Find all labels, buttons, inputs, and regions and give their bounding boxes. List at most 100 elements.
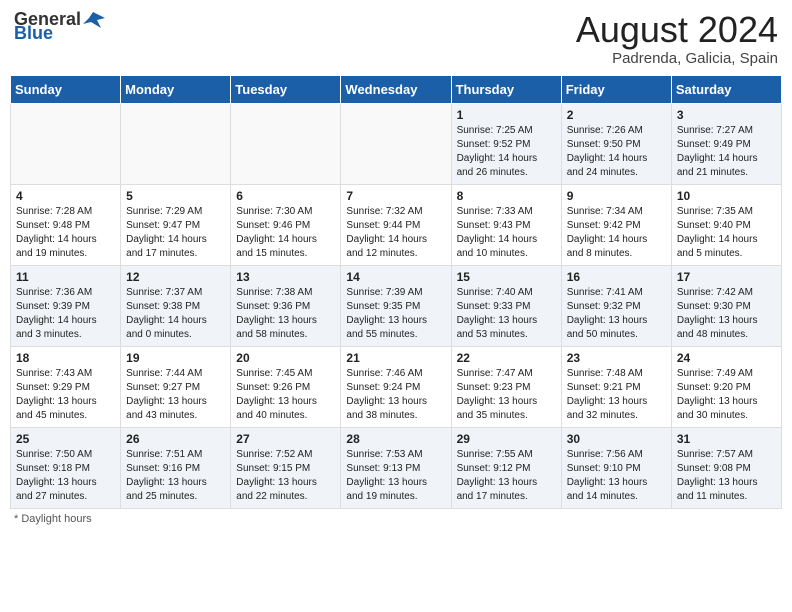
day-info: Sunrise: 7:32 AMSunset: 9:44 PMDaylight:… bbox=[346, 205, 445, 261]
day-number: 23 bbox=[567, 351, 666, 365]
day-info: Sunrise: 7:45 AMSunset: 9:26 PMDaylight:… bbox=[236, 367, 335, 423]
calendar-week-row: 25 Sunrise: 7:50 AMSunset: 9:18 PMDayligh… bbox=[11, 427, 782, 508]
day-number: 27 bbox=[236, 432, 335, 446]
day-info: Sunrise: 7:30 AMSunset: 9:46 PMDaylight:… bbox=[236, 205, 335, 261]
day-number: 4 bbox=[16, 189, 115, 203]
day-info: Sunrise: 7:35 AMSunset: 9:40 PMDaylight:… bbox=[677, 205, 776, 261]
day-number: 24 bbox=[677, 351, 776, 365]
weekday-header-sunday: Sunday bbox=[11, 75, 121, 103]
day-info: Sunrise: 7:50 AMSunset: 9:18 PMDaylight:… bbox=[16, 448, 115, 504]
calendar-cell: 6Sunrise: 7:30 AMSunset: 9:46 PMDaylight… bbox=[231, 184, 341, 265]
calendar-cell: 20 Sunrise: 7:45 AMSunset: 9:26 PMDayligh… bbox=[231, 346, 341, 427]
calendar-table: SundayMondayTuesdayWednesdayThursdayFrid… bbox=[10, 75, 782, 509]
day-info: Sunrise: 7:48 AMSunset: 9:21 PMDaylight:… bbox=[567, 367, 666, 423]
calendar-cell: 5 Sunrise: 7:29 AMSunset: 9:47 PMDaylight… bbox=[121, 184, 231, 265]
day-number: 28 bbox=[346, 432, 445, 446]
weekday-header-row: SundayMondayTuesdayWednesdayThursdayFrid… bbox=[11, 75, 782, 103]
day-number: 13 bbox=[236, 270, 335, 284]
day-number: 18 bbox=[16, 351, 115, 365]
calendar-body: 1 Sunrise: 7:25 AMSunset: 9:52 PMDaylight… bbox=[11, 103, 782, 508]
calendar-cell: 11 Sunrise: 7:36 AMSunset: 9:39 PMDayligh… bbox=[11, 265, 121, 346]
calendar-cell: 21 Sunrise: 7:46 AMSunset: 9:24 PMDayligh… bbox=[341, 346, 451, 427]
month-year-title: August 2024 bbox=[576, 10, 778, 50]
calendar-cell: 15 Sunrise: 7:40 AMSunset: 9:33 PMDayligh… bbox=[451, 265, 561, 346]
day-number: 16 bbox=[567, 270, 666, 284]
calendar-week-row: 18 Sunrise: 7:43 AMSunset: 9:29 PMDayligh… bbox=[11, 346, 782, 427]
calendar-cell bbox=[231, 103, 341, 184]
calendar-cell: 3 Sunrise: 7:27 AMSunset: 9:49 PMDaylight… bbox=[671, 103, 781, 184]
calendar-cell: 16 Sunrise: 7:41 AMSunset: 9:32 PMDayligh… bbox=[561, 265, 671, 346]
weekday-header-monday: Monday bbox=[121, 75, 231, 103]
calendar-week-row: 4 Sunrise: 7:28 AMSunset: 9:48 PMDaylight… bbox=[11, 184, 782, 265]
calendar-header: SundayMondayTuesdayWednesdayThursdayFrid… bbox=[11, 75, 782, 103]
day-info: Sunrise: 7:47 AMSunset: 9:23 PMDaylight:… bbox=[457, 367, 556, 423]
day-info: Sunrise: 7:55 AMSunset: 9:12 PMDaylight:… bbox=[457, 448, 556, 504]
day-info: Sunrise: 7:34 AMSunset: 9:42 PMDaylight:… bbox=[567, 205, 666, 261]
day-number: 15 bbox=[457, 270, 556, 284]
day-info: Sunrise: 7:40 AMSunset: 9:33 PMDaylight:… bbox=[457, 286, 556, 342]
day-number: 21 bbox=[346, 351, 445, 365]
day-number: 1 bbox=[457, 108, 556, 122]
calendar-cell: 19 Sunrise: 7:44 AMSunset: 9:27 PMDayligh… bbox=[121, 346, 231, 427]
calendar-cell: 28 Sunrise: 7:53 AMSunset: 9:13 PMDayligh… bbox=[341, 427, 451, 508]
day-number: 10 bbox=[677, 189, 776, 203]
calendar-week-row: 1 Sunrise: 7:25 AMSunset: 9:52 PMDaylight… bbox=[11, 103, 782, 184]
day-number: 14 bbox=[346, 270, 445, 284]
calendar-cell: 4 Sunrise: 7:28 AMSunset: 9:48 PMDaylight… bbox=[11, 184, 121, 265]
title-block: August 2024 Padrenda, Galicia, Spain bbox=[576, 10, 778, 67]
day-info: Sunrise: 7:29 AMSunset: 9:47 PMDaylight:… bbox=[126, 205, 225, 261]
day-info: Sunrise: 7:46 AMSunset: 9:24 PMDaylight:… bbox=[346, 367, 445, 423]
calendar-cell bbox=[11, 103, 121, 184]
calendar-cell: 24 Sunrise: 7:49 AMSunset: 9:20 PMDayligh… bbox=[671, 346, 781, 427]
day-number: 7 bbox=[346, 189, 445, 203]
calendar-cell: 13 Sunrise: 7:38 AMSunset: 9:36 PMDayligh… bbox=[231, 265, 341, 346]
logo: General Blue bbox=[14, 10, 105, 42]
page-header: General Blue August 2024 Padrenda, Galic… bbox=[10, 10, 782, 67]
day-info: Sunrise: 7:39 AMSunset: 9:35 PMDaylight:… bbox=[346, 286, 445, 342]
day-info: Sunrise: 7:26 AMSunset: 9:50 PMDaylight:… bbox=[567, 124, 666, 180]
calendar-cell: 31 Sunrise: 7:57 AMSunset: 9:08 PMDayligh… bbox=[671, 427, 781, 508]
day-number: 17 bbox=[677, 270, 776, 284]
day-info: Sunrise: 7:27 AMSunset: 9:49 PMDaylight:… bbox=[677, 124, 776, 180]
day-info: Sunrise: 7:28 AMSunset: 9:48 PMDaylight:… bbox=[16, 205, 115, 261]
day-info: Sunrise: 7:52 AMSunset: 9:15 PMDaylight:… bbox=[236, 448, 335, 504]
day-number: 19 bbox=[126, 351, 225, 365]
calendar-cell: 30 Sunrise: 7:56 AMSunset: 9:10 PMDayligh… bbox=[561, 427, 671, 508]
day-info: Sunrise: 7:43 AMSunset: 9:29 PMDaylight:… bbox=[16, 367, 115, 423]
day-info: Sunrise: 7:53 AMSunset: 9:13 PMDaylight:… bbox=[346, 448, 445, 504]
calendar-cell: 27 Sunrise: 7:52 AMSunset: 9:15 PMDayligh… bbox=[231, 427, 341, 508]
weekday-header-friday: Friday bbox=[561, 75, 671, 103]
day-number: 30 bbox=[567, 432, 666, 446]
day-number: 5 bbox=[126, 189, 225, 203]
calendar-cell: 23 Sunrise: 7:48 AMSunset: 9:21 PMDayligh… bbox=[561, 346, 671, 427]
day-info: Sunrise: 7:44 AMSunset: 9:27 PMDaylight:… bbox=[126, 367, 225, 423]
day-number: 25 bbox=[16, 432, 115, 446]
day-number: 12 bbox=[126, 270, 225, 284]
calendar-cell: 26Sunrise: 7:51 AMSunset: 9:16 PMDayligh… bbox=[121, 427, 231, 508]
calendar-cell: 18 Sunrise: 7:43 AMSunset: 9:29 PMDayligh… bbox=[11, 346, 121, 427]
day-info: Sunrise: 7:57 AMSunset: 9:08 PMDaylight:… bbox=[677, 448, 776, 504]
weekday-header-thursday: Thursday bbox=[451, 75, 561, 103]
day-info: Sunrise: 7:56 AMSunset: 9:10 PMDaylight:… bbox=[567, 448, 666, 504]
day-info: Sunrise: 7:49 AMSunset: 9:20 PMDaylight:… bbox=[677, 367, 776, 423]
location-subtitle: Padrenda, Galicia, Spain bbox=[576, 50, 778, 67]
day-number: 8 bbox=[457, 189, 556, 203]
weekday-header-wednesday: Wednesday bbox=[341, 75, 451, 103]
day-info: Sunrise: 7:51 AMSunset: 9:16 PMDaylight:… bbox=[126, 448, 225, 504]
weekday-header-tuesday: Tuesday bbox=[231, 75, 341, 103]
day-number: 3 bbox=[677, 108, 776, 122]
day-number: 31 bbox=[677, 432, 776, 446]
day-number: 2 bbox=[567, 108, 666, 122]
day-number: 20 bbox=[236, 351, 335, 365]
day-number: 11 bbox=[16, 270, 115, 284]
day-info: Sunrise: 7:36 AMSunset: 9:39 PMDaylight:… bbox=[16, 286, 115, 342]
day-info: Sunrise: 7:33 AMSunset: 9:43 PMDaylight:… bbox=[457, 205, 556, 261]
calendar-cell: 22 Sunrise: 7:47 AMSunset: 9:23 PMDayligh… bbox=[451, 346, 561, 427]
calendar-cell: 8 Sunrise: 7:33 AMSunset: 9:43 PMDaylight… bbox=[451, 184, 561, 265]
day-info: Sunrise: 7:41 AMSunset: 9:32 PMDaylight:… bbox=[567, 286, 666, 342]
day-info: Sunrise: 7:25 AMSunset: 9:52 PMDaylight:… bbox=[457, 124, 556, 180]
day-number: 22 bbox=[457, 351, 556, 365]
day-info: Sunrise: 7:38 AMSunset: 9:36 PMDaylight:… bbox=[236, 286, 335, 342]
weekday-header-saturday: Saturday bbox=[671, 75, 781, 103]
calendar-cell: 2 Sunrise: 7:26 AMSunset: 9:50 PMDaylight… bbox=[561, 103, 671, 184]
